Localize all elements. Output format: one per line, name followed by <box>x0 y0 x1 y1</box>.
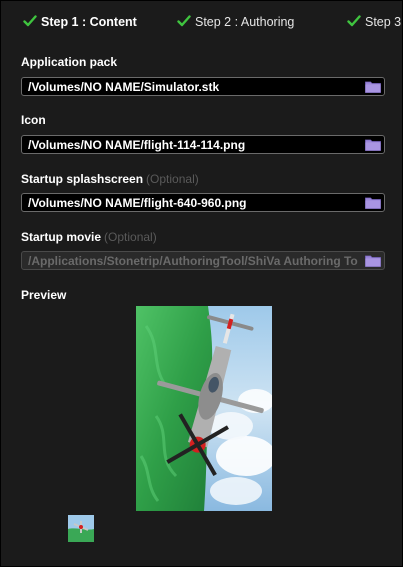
steps-bar: Step 1 : Content Step 2 : Authoring Step… <box>1 1 402 43</box>
movie-field[interactable]: /Applications/Stonetrip/AuthoringTool/Sh… <box>21 251 385 270</box>
movie-label-text: Startup movie <box>21 230 102 244</box>
preview-label-text: Preview <box>21 288 67 302</box>
icon-field[interactable]: /Volumes/NO NAME/flight-114-114.png <box>21 135 385 154</box>
preview-label: Preview <box>21 288 66 302</box>
movie-placeholder: /Applications/Stonetrip/AuthoringTool/Sh… <box>28 254 358 268</box>
splash-preview-image <box>136 306 272 511</box>
splash-value: /Volumes/NO NAME/flight-640-960.png <box>28 196 247 210</box>
icon-label: Icon <box>21 113 46 127</box>
icon-label-text: Icon <box>21 113 46 127</box>
splash-optional: (Optional) <box>146 172 199 186</box>
check-icon <box>347 15 361 27</box>
step-3-label: Step 3 <box>365 15 402 29</box>
icon-value: /Volumes/NO NAME/flight-114-114.png <box>28 138 246 152</box>
app-pack-label: Application pack <box>21 55 117 69</box>
step-3-tab[interactable]: Step 3 <box>347 13 401 31</box>
step-1-label: Step 1 : Content <box>41 15 137 29</box>
airplane-splash-illustration <box>136 306 272 511</box>
splash-label-text: Startup splashscreen <box>21 172 144 186</box>
step-2-label: Step 2 : Authoring <box>195 15 295 29</box>
folder-icon[interactable] <box>365 196 381 209</box>
splash-field[interactable]: /Volumes/NO NAME/flight-640-960.png <box>21 193 385 212</box>
app-pack-field[interactable]: /Volumes/NO NAME/Simulator.stk <box>21 77 385 96</box>
airplane-icon-thumbnail <box>68 515 94 542</box>
app-pack-label-text: Application pack <box>21 55 118 69</box>
icon-thumbnail <box>68 515 94 542</box>
step-2-tab[interactable]: Step 2 : Authoring <box>177 13 294 31</box>
splash-label: Startup splashscreen (Optional) <box>21 172 199 186</box>
check-icon <box>23 15 37 27</box>
app-pack-value: /Volumes/NO NAME/Simulator.stk <box>28 80 220 94</box>
folder-icon[interactable] <box>365 80 381 93</box>
movie-label: Startup movie (Optional) <box>21 230 157 244</box>
folder-icon[interactable] <box>365 254 381 267</box>
check-icon <box>177 15 191 27</box>
movie-optional: (Optional) <box>104 230 157 244</box>
folder-icon[interactable] <box>365 138 381 151</box>
authoring-window: Step 1 : Content Step 2 : Authoring Step… <box>0 0 403 567</box>
step-1-tab[interactable]: Step 1 : Content <box>23 13 137 31</box>
